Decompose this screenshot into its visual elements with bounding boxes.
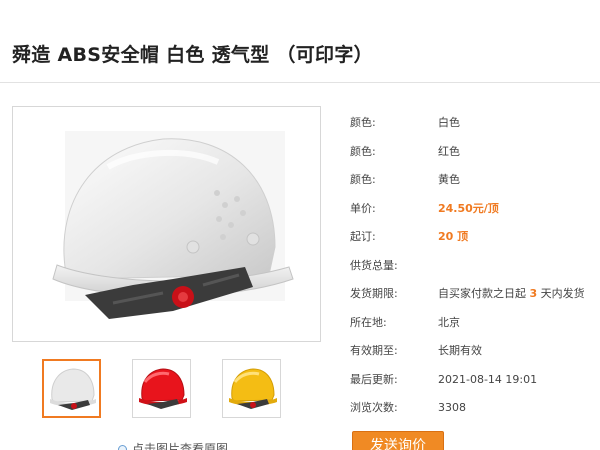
spec-label: 供货总量: [350, 258, 398, 272]
spec-row-location: 所在地: 北京 [350, 315, 600, 344]
spec-value: 北京 [438, 315, 460, 329]
spec-label: 颜色: [350, 144, 376, 158]
thumbnail-red-helmet[interactable] [132, 359, 191, 418]
spec-value: 2021-08-14 19:01 [438, 372, 538, 386]
delivery-prefix: 自买家付款之日起 [438, 287, 526, 300]
yellow-helmet-thumb-image [223, 360, 280, 417]
spec-label: 发货期限: [350, 287, 398, 300]
spec-label: 最后更新: [350, 372, 398, 386]
white-helmet-thumb-image [44, 361, 99, 416]
white-helmet-image [13, 107, 320, 341]
spec-list: 颜色: 白色 颜色: 红色 颜色: 黄色 单价: 24.50元/顶 起订: 20… [350, 115, 600, 429]
spec-label: 有效期至: [350, 344, 398, 357]
main-product-image[interactable] [12, 106, 321, 342]
spec-row-color-yellow: 颜色: 黄色 [350, 172, 600, 201]
spec-row-color-white: 颜色: 白色 [350, 115, 600, 144]
delivery-suffix: 天内发货 [540, 287, 585, 300]
min-order-value: 20 顶 [438, 230, 469, 243]
spec-row-view-count: 浏览次数: 3308 [350, 400, 600, 429]
spec-label: 浏览次数: [350, 401, 398, 414]
spec-value: 黄色 [438, 173, 460, 186]
spec-value: 红色 [438, 144, 460, 158]
unit-price-value: 24.50元/顶 [438, 201, 499, 215]
view-hint-label: 点击图片查看原图 [132, 442, 229, 450]
spec-label: 所在地: [350, 315, 387, 329]
spec-value: 白色 [438, 116, 460, 129]
title-divider [0, 82, 600, 83]
spec-row-total-supply: 供货总量: [350, 258, 600, 287]
spec-row-last-updated: 最后更新: 2021-08-14 19:01 [350, 372, 600, 401]
thumbnail-white-helmet[interactable] [42, 359, 101, 418]
spec-row-unit-price: 单价: 24.50元/顶 [350, 201, 600, 230]
spec-label: 单价: [350, 201, 376, 215]
spec-value: 3308 [438, 401, 466, 414]
view-original-link[interactable]: 点击图片查看原图 [118, 440, 228, 450]
send-inquiry-button[interactable]: 发送询价 [352, 431, 444, 450]
spec-label: 颜色: [350, 173, 376, 186]
product-title: 舜造 ABS安全帽 白色 透气型 （可印字） [12, 44, 373, 66]
spec-label: 起订: [350, 230, 376, 243]
thumbnail-yellow-helmet[interactable] [222, 359, 281, 418]
delivery-days: 3 [529, 287, 538, 300]
spec-label: 颜色: [350, 116, 376, 129]
spec-row-color-red: 颜色: 红色 [350, 144, 600, 173]
red-helmet-thumb-image [133, 360, 190, 417]
spec-row-valid-until: 有效期至: 长期有效 [350, 343, 600, 372]
spec-value: 长期有效 [438, 344, 482, 357]
spec-row-min-order: 起订: 20 顶 [350, 229, 600, 258]
magnifier-icon [118, 445, 127, 450]
spec-row-delivery-time: 发货期限: 自买家付款之日起 3 天内发货 [350, 286, 600, 315]
delivery-time-value: 自买家付款之日起 3 天内发货 [438, 286, 585, 302]
